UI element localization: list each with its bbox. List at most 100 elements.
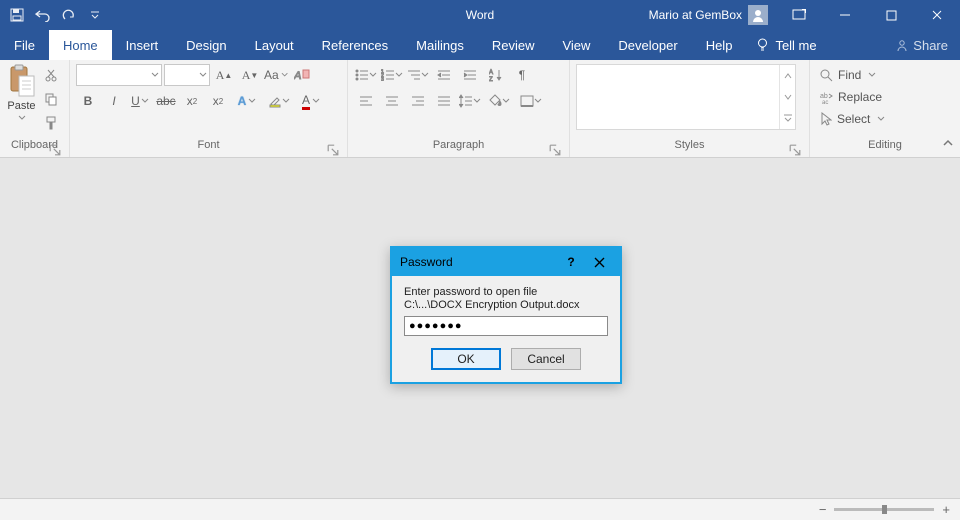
collapse-ribbon-button[interactable] — [942, 135, 954, 153]
gallery-scroll-down[interactable] — [780, 86, 795, 107]
shrink-font-button[interactable]: A▼ — [238, 64, 262, 86]
minimize-button[interactable] — [822, 0, 868, 30]
dialog-launcher-icon[interactable] — [549, 144, 561, 156]
dialog-launcher-icon[interactable] — [327, 144, 339, 156]
italic-button[interactable]: I — [102, 90, 126, 112]
group-font: A▲ A▼ Aa A B I U abc x2 x2 A A Font — [70, 60, 348, 157]
multilevel-list-button[interactable] — [406, 64, 430, 86]
save-button[interactable] — [6, 4, 28, 26]
chevron-down-icon — [141, 97, 149, 105]
change-case-button[interactable]: Aa — [264, 64, 288, 86]
styles-gallery[interactable] — [576, 64, 796, 130]
account-area[interactable]: Mario at GemBox — [641, 5, 776, 25]
find-button[interactable]: Find — [816, 64, 880, 86]
show-marks-button[interactable]: ¶ — [510, 64, 534, 86]
close-button[interactable] — [914, 0, 960, 30]
ribbon-display-options-button[interactable] — [776, 0, 822, 30]
tab-review[interactable]: Review — [478, 30, 549, 60]
format-painter-button[interactable] — [39, 112, 63, 134]
numbering-button[interactable]: 123 — [380, 64, 404, 86]
underline-button[interactable]: U — [128, 90, 152, 112]
group-paragraph: 123 AZ ¶ Paragraph — [348, 60, 570, 157]
tab-help[interactable]: Help — [692, 30, 747, 60]
user-name: Mario at GemBox — [649, 8, 742, 22]
justify-button[interactable] — [432, 90, 456, 112]
password-dialog: Password ? Enter password to open file C… — [390, 246, 622, 384]
dialog-help-button[interactable]: ? — [558, 250, 584, 274]
zoom-in-button[interactable]: + — [942, 502, 950, 517]
gallery-expand[interactable] — [780, 108, 795, 129]
dialog-launcher-icon[interactable] — [49, 144, 61, 156]
line-spacing-button[interactable] — [458, 90, 482, 112]
tell-me-search[interactable]: Tell me — [746, 30, 826, 60]
tab-insert[interactable]: Insert — [112, 30, 173, 60]
quick-access-toolbar — [0, 4, 106, 26]
shading-button[interactable] — [484, 90, 514, 112]
copy-button[interactable] — [39, 88, 63, 110]
font-size-combo[interactable] — [164, 64, 210, 86]
group-styles: Styles — [570, 60, 810, 157]
tab-references[interactable]: References — [308, 30, 402, 60]
group-label-editing: Editing — [868, 139, 902, 151]
cut-button[interactable] — [39, 64, 63, 86]
tab-mailings[interactable]: Mailings — [402, 30, 478, 60]
zoom-slider-thumb[interactable] — [882, 505, 887, 514]
share-button[interactable]: Share — [896, 38, 948, 53]
subscript-button[interactable]: x2 — [180, 90, 204, 112]
borders-button[interactable] — [516, 90, 546, 112]
align-right-button[interactable] — [406, 90, 430, 112]
status-bar: − + — [0, 498, 960, 520]
bullets-button[interactable] — [354, 64, 378, 86]
dialog-close-button[interactable] — [586, 250, 612, 274]
qat-customize-button[interactable] — [84, 4, 106, 26]
undo-button[interactable] — [32, 4, 54, 26]
text-effects-button[interactable]: A — [232, 90, 262, 112]
tab-view[interactable]: View — [548, 30, 604, 60]
title-bar: Word Mario at GemBox — [0, 0, 960, 30]
find-label: Find — [838, 68, 861, 82]
decrease-indent-button[interactable] — [432, 64, 456, 86]
cancel-button[interactable]: Cancel — [511, 348, 581, 370]
clear-formatting-button[interactable]: A — [290, 64, 314, 86]
select-label: Select — [837, 112, 870, 126]
superscript-button[interactable]: x2 — [206, 90, 230, 112]
tab-developer[interactable]: Developer — [604, 30, 691, 60]
chevron-down-icon — [312, 97, 320, 105]
tab-file[interactable]: File — [0, 30, 49, 60]
bold-button[interactable]: B — [76, 90, 100, 112]
select-button[interactable]: Select — [816, 108, 889, 130]
strikethrough-button[interactable]: abc — [154, 90, 178, 112]
maximize-button[interactable] — [868, 0, 914, 30]
svg-text:ab: ab — [820, 93, 828, 100]
align-left-button[interactable] — [354, 90, 378, 112]
font-name-combo[interactable] — [76, 64, 162, 86]
cursor-icon — [820, 112, 832, 126]
svg-text:A: A — [489, 70, 493, 76]
increase-indent-button[interactable] — [458, 64, 482, 86]
zoom-slider[interactable] — [834, 508, 934, 511]
app-title: Word — [466, 8, 494, 22]
share-label: Share — [913, 38, 948, 53]
tab-design[interactable]: Design — [172, 30, 240, 60]
redo-button[interactable] — [58, 4, 80, 26]
dialog-title: Password — [400, 255, 453, 269]
gallery-scroll-up[interactable] — [780, 65, 795, 86]
ok-button[interactable]: OK — [431, 348, 501, 370]
tab-layout[interactable]: Layout — [241, 30, 308, 60]
replace-button[interactable]: abac Replace — [816, 86, 886, 108]
grow-font-button[interactable]: A▲ — [212, 64, 236, 86]
sort-button[interactable]: AZ — [484, 64, 508, 86]
zoom-out-button[interactable]: − — [819, 502, 827, 517]
dialog-launcher-icon[interactable] — [789, 144, 801, 156]
svg-text:3: 3 — [381, 77, 384, 81]
chevron-down-icon — [534, 97, 542, 105]
group-clipboard: Paste Clipboard — [0, 60, 70, 157]
chevron-down-icon — [421, 71, 429, 79]
align-center-button[interactable] — [380, 90, 404, 112]
clipboard-icon — [8, 64, 36, 98]
password-input[interactable] — [404, 316, 608, 336]
highlight-button[interactable] — [264, 90, 294, 112]
paste-button[interactable]: Paste — [6, 64, 37, 122]
font-color-button[interactable]: A — [296, 90, 326, 112]
tab-home[interactable]: Home — [49, 30, 112, 60]
